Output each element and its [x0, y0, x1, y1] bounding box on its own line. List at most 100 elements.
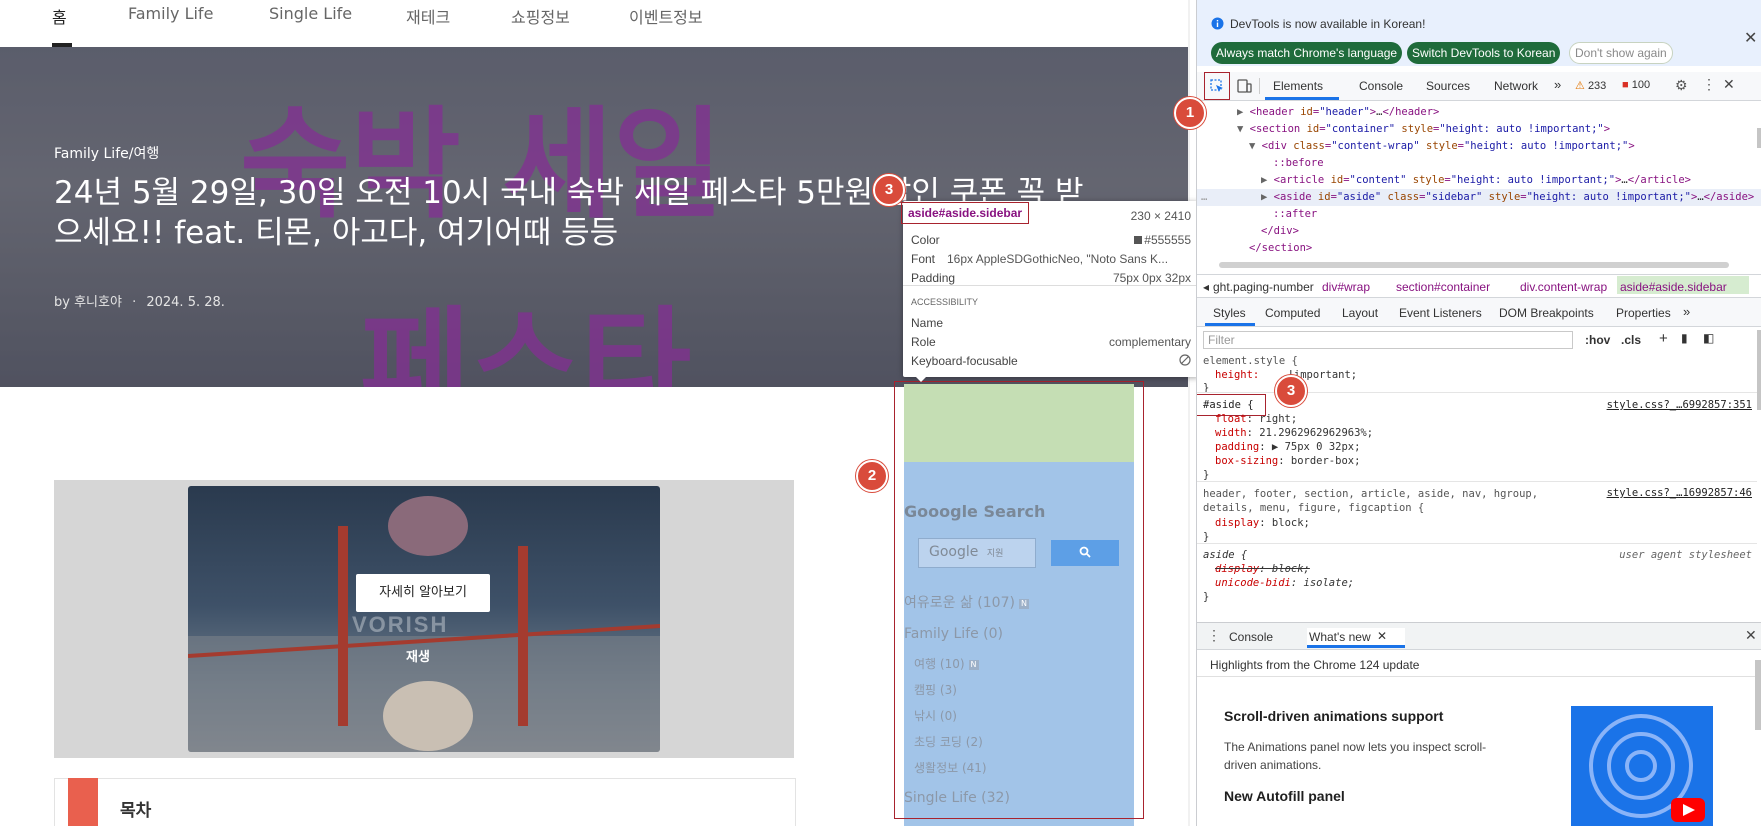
close-icon[interactable]: ✕ — [1744, 28, 1757, 48]
rule-aside-selector[interactable]: #aside { — [1203, 399, 1254, 411]
active-tab-indicator — [1265, 97, 1339, 100]
rule-aside-prop[interactable]: box-sizing: border-box; — [1215, 455, 1360, 467]
toolbar-divider — [1259, 78, 1260, 94]
toc-title: 목차 — [120, 801, 152, 821]
drawer-tab-console[interactable]: Console — [1229, 630, 1273, 644]
info-icon — [1211, 17, 1224, 30]
author-prefix: by — [54, 295, 75, 310]
drawer-scrollbar[interactable] — [1755, 660, 1761, 730]
errors-counter[interactable]: ■ 100 — [1622, 79, 1650, 91]
tab-network[interactable]: Network — [1494, 79, 1538, 93]
nav-family-life[interactable]: Family Life — [128, 4, 213, 23]
subtab-properties[interactable]: Properties — [1616, 306, 1671, 320]
close-devtools-icon[interactable]: ✕ — [1723, 76, 1735, 93]
device-toolbar-icon[interactable] — [1237, 79, 1252, 93]
styles-scrollbar[interactable] — [1757, 330, 1761, 410]
ad-learn-more-button[interactable]: 자세히 알아보기 — [356, 574, 490, 612]
settings-gear-icon[interactable]: ⚙ — [1675, 77, 1688, 94]
more-tabs-icon[interactable]: » — [1554, 77, 1561, 92]
nav-home[interactable]: 홈 — [52, 4, 67, 28]
rule-html5-prop[interactable]: display: block; — [1215, 517, 1310, 529]
rule-aside-prop[interactable]: width: 21.2962962962963%; — [1215, 427, 1373, 439]
dom-scrollbar[interactable] — [1757, 128, 1761, 148]
active-subtab-indicator — [1205, 323, 1255, 326]
hover-state-toggle[interactable]: :hov — [1585, 333, 1610, 347]
rule-divider — [1197, 481, 1757, 482]
breadcrumb[interactable]: section#container — [1396, 280, 1490, 294]
subtab-styles[interactable]: Styles — [1213, 306, 1246, 320]
nav-finance[interactable]: 재테크 — [406, 4, 450, 28]
rule-html5-selector[interactable]: header, footer, section, article, aside,… — [1203, 487, 1581, 515]
dom-row-ellipsis[interactable]: … — [1201, 191, 1207, 203]
subtab-dom-breakpoints[interactable]: DOM Breakpoints — [1499, 306, 1594, 320]
devtools-toolbar: Elements Console Sources Network » ⚠ 233… — [1197, 72, 1761, 101]
close-tab-icon[interactable]: ✕ — [1377, 629, 1387, 643]
always-match-language-button[interactable]: Always match Chrome's language — [1211, 42, 1403, 64]
rule-aside-source-link[interactable]: style.css?_…6992857:351 — [1607, 399, 1752, 411]
tab-console[interactable]: Console — [1359, 79, 1403, 93]
close-drawer-icon[interactable]: ✕ — [1745, 627, 1757, 644]
breadcrumb[interactable]: div#wrap — [1322, 280, 1370, 294]
rule-html5-source-link[interactable]: style.css?_…16992857:46 — [1607, 487, 1752, 499]
dom-horizontal-scrollbar[interactable] — [1219, 262, 1729, 268]
website-viewport: 홈 Family Life Single Life 재테크 쇼핑정보 이벤트정보… — [0, 0, 1190, 826]
breadcrumb[interactable]: div.content-wrap — [1520, 280, 1607, 294]
breadcrumb-scroll-left-icon[interactable]: ◂ — [1203, 280, 1209, 294]
warnings-counter[interactable]: ⚠ 233 — [1575, 79, 1606, 92]
toggle-sidebar-icon[interactable]: ◧ — [1703, 331, 1714, 345]
dont-show-again-button[interactable]: Don't show again — [1569, 42, 1673, 64]
rule-element-style[interactable]: element.style { — [1203, 355, 1298, 367]
toc-bookmark-icon — [68, 778, 98, 826]
more-subtabs-icon[interactable]: » — [1683, 304, 1690, 319]
whats-new-title[interactable]: Scroll-driven animations support — [1224, 708, 1443, 724]
dom-node-after[interactable]: ::after — [1273, 208, 1317, 220]
subtab-event-listeners[interactable]: Event Listeners — [1399, 306, 1482, 320]
ad-watermark: VORISH — [352, 612, 449, 637]
dom-node-content-wrap[interactable]: ▼ <div class="content-wrap" style="heigh… — [1249, 140, 1635, 152]
dom-node-article[interactable]: ▶ <article id="content" style="height: a… — [1261, 174, 1691, 186]
switch-to-korean-button[interactable]: Switch DevTools to Korean — [1407, 42, 1561, 64]
rule-aside-prop[interactable]: float: right; — [1215, 413, 1297, 425]
tab-sources[interactable]: Sources — [1426, 79, 1470, 93]
ad-play-label[interactable]: 재생 — [406, 646, 430, 665]
dom-close-div[interactable]: </div> — [1261, 225, 1299, 237]
inspect-tooltip: aside#aside.sidebar 230 × 2410 Color #555… — [901, 201, 1199, 377]
dom-node-section[interactable]: ▼ <section id="container" style="height:… — [1237, 123, 1610, 135]
drawer-menu-icon[interactable]: ⋮ — [1207, 627, 1221, 644]
subtab-layout[interactable]: Layout — [1342, 306, 1378, 320]
dom-close-section[interactable]: </section> — [1249, 242, 1312, 254]
dom-node-before[interactable]: ::before — [1273, 157, 1324, 169]
post-date: 2024. 5. 28. — [146, 295, 225, 310]
drawer-tab-whats-new[interactable]: What's new — [1309, 630, 1371, 644]
post-category[interactable]: Family Life/여행 — [54, 143, 159, 163]
paint-brush-icon[interactable]: ▮ — [1681, 331, 1688, 345]
not-focusable-icon — [1179, 354, 1191, 366]
breadcrumb[interactable]: ght.paging-number — [1213, 280, 1314, 294]
annotation-badge-3: 3 — [1275, 375, 1307, 407]
dom-node-aside[interactable]: ▶ <aside id="aside" class="sidebar" styl… — [1261, 191, 1754, 203]
whats-new-video-thumbnail[interactable] — [1571, 706, 1713, 826]
rule-close: } — [1203, 469, 1210, 481]
tab-elements[interactable]: Elements — [1273, 79, 1323, 93]
warning-icon: ⚠ — [1575, 80, 1585, 92]
drawer-divider — [1197, 676, 1761, 677]
author-name[interactable]: 후니호야 — [74, 295, 122, 310]
styles-filter-input[interactable]: Filter — [1203, 331, 1573, 349]
more-options-icon[interactable]: ⋮ — [1702, 76, 1716, 93]
language-infobar: DevTools is now available in Korean! ✕ A… — [1197, 0, 1761, 66]
add-rule-icon[interactable]: + — [1659, 330, 1668, 347]
rule-ua-selector[interactable]: aside { — [1203, 549, 1247, 561]
dom-node-header[interactable]: ▶ <header id="header">…</header> — [1237, 106, 1439, 118]
drawer-tab-bar — [1197, 622, 1761, 650]
rule-aside-prop[interactable]: padding: ▶ 75px 0 32px; — [1215, 441, 1360, 453]
tooltip-accessibility-heading: ACCESSIBILITY — [911, 297, 979, 307]
nav-events[interactable]: 이벤트정보 — [629, 4, 703, 28]
class-toggle[interactable]: .cls — [1621, 333, 1641, 347]
nav-single-life[interactable]: Single Life — [269, 4, 352, 23]
inspect-element-icon[interactable] — [1210, 79, 1224, 93]
annotation-badge-3: 3 — [873, 174, 905, 206]
subtab-computed[interactable]: Computed — [1265, 306, 1320, 320]
nav-shopping[interactable]: 쇼핑정보 — [511, 4, 570, 28]
whats-new-title[interactable]: New Autofill panel — [1224, 788, 1345, 804]
breadcrumb-active[interactable]: aside#aside.sidebar — [1620, 280, 1727, 294]
